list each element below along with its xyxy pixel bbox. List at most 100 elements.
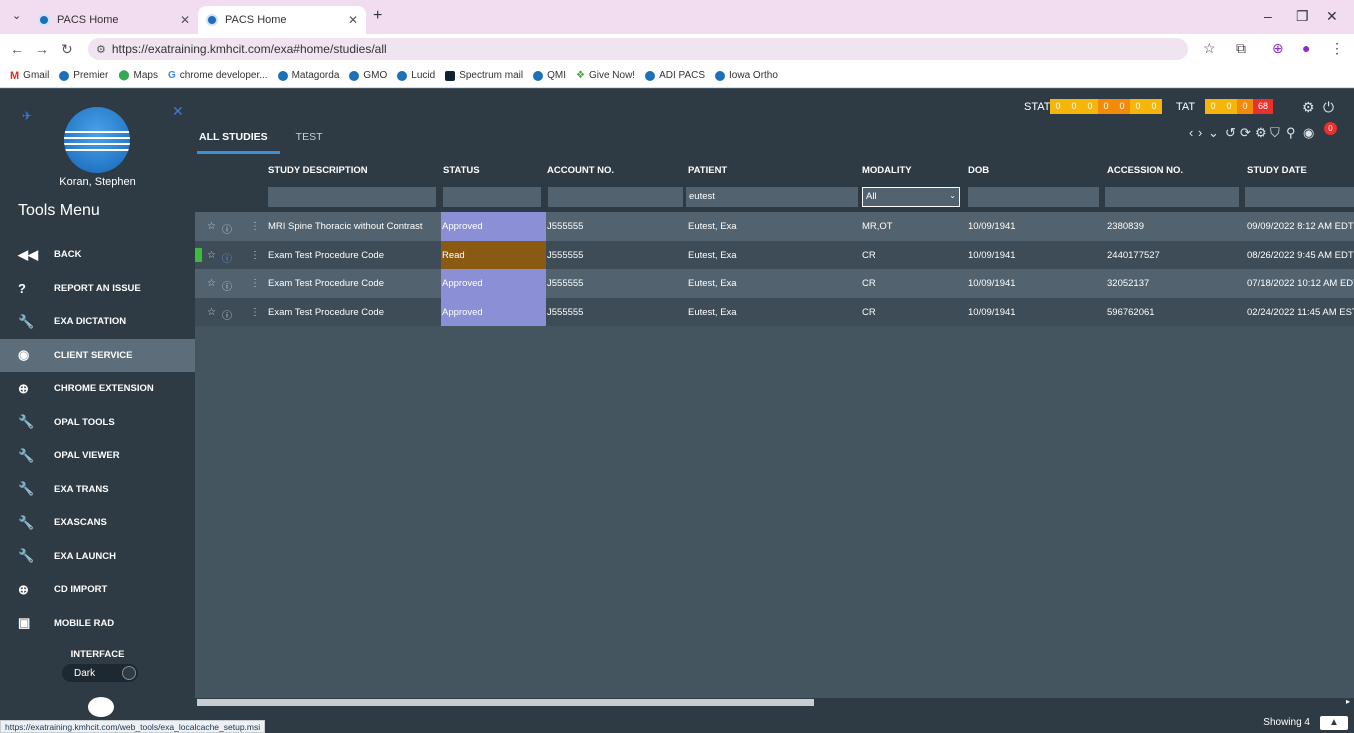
row-menu-icon[interactable]: ⋮ [250,278,260,289]
chevron-down-icon[interactable]: ⌄ [1208,125,1222,141]
tat-counter: 0 [1237,99,1253,114]
filter-account-no[interactable] [548,187,683,207]
bookmark-qmi[interactable]: QMI [533,70,566,81]
close-tab-icon[interactable]: ✕ [180,13,190,27]
filter-dob[interactable] [968,187,1099,207]
info-icon[interactable]: ⓘ [222,278,232,293]
menu-item-back[interactable]: ◀◀ BACK [0,238,195,272]
view-eye-icon[interactable]: ◉ [1303,125,1317,141]
column-status[interactable]: STATUS [443,165,480,176]
restore-icon[interactable]: ❐ [1296,8,1309,25]
menu-item-exa-launch[interactable]: 🔧 EXA LAUNCH [0,540,195,574]
column-study-date[interactable]: STUDY DATE [1247,165,1307,176]
bookmark-give-now[interactable]: ❖ Give Now! [576,70,635,81]
bookmark-adi-pacs[interactable]: ADI PACS [645,70,705,81]
pin-icon[interactable]: ✈ [22,109,32,123]
star-icon[interactable]: ☆ [207,250,216,261]
star-icon[interactable]: ☆ [207,307,216,318]
menu-item-opal-viewer[interactable]: 🔧 OPAL VIEWER [0,439,195,473]
minimize-icon[interactable]: – [1264,8,1272,24]
window-close-icon[interactable]: ✕ [1326,8,1338,25]
settings-gear-icon[interactable]: ⚙ [1302,99,1315,116]
menu-item-mobile-rad[interactable]: ▣ MOBILE RAD [0,607,195,641]
info-icon[interactable]: ⓘ [222,307,232,322]
browser-tab-1[interactable]: PACS Home ✕ [30,6,198,34]
cell-accession: 2440177527 [1107,249,1160,261]
site-info-icon[interactable]: ⚙ [96,43,106,56]
menu-item-exa-trans[interactable]: 🔧 EXA TRANS [0,473,195,507]
bookmark-star-icon[interactable]: ☆ [1203,40,1216,57]
table-row[interactable]: ☆ ⓘ ⋮ Exam Test Procedure Code Approved … [195,297,1354,326]
bookmark-gmo[interactable]: GMO [349,70,387,81]
bookmark-maps[interactable]: ⬤ Maps [118,70,158,81]
forward-arrow-icon[interactable]: → [35,41,49,57]
menu-item-report-an-issue[interactable]: ? REPORT AN ISSUE [0,272,195,306]
star-icon[interactable]: ☆ [207,221,216,232]
bookmark-gmail[interactable]: M Gmail [10,70,49,82]
bookmark-chrome-developer[interactable]: Gchrome developer... [168,70,268,81]
info-icon[interactable]: ⓘ [222,250,232,265]
new-tab-icon[interactable]: + [373,7,382,25]
profile-icon[interactable]: ● [1302,40,1310,56]
prev-icon[interactable]: ‹ [1189,125,1196,140]
zoom-icon[interactable]: ⚲ [1286,125,1299,141]
column-study-description[interactable]: STUDY DESCRIPTION [268,165,368,176]
scrollbar-thumb[interactable] [197,699,814,706]
download-icon[interactable]: ⊕ [1272,40,1284,57]
close-tab-icon[interactable]: ✕ [348,13,358,27]
menu-item-exa-dictation[interactable]: 🔧 EXA DICTATION [0,305,195,339]
horizontal-scrollbar[interactable]: ▸ [195,697,1354,707]
menu-item-cd-import[interactable]: ⊕ CD IMPORT [0,573,195,607]
menu-item-client-service[interactable]: ◉ CLIENT SERVICE [0,338,195,372]
back-arrow-icon[interactable]: ← [10,41,24,57]
bookmark-premier[interactable]: Premier [59,70,108,81]
scroll-right-icon[interactable]: ▸ [1346,697,1350,706]
filter-patient[interactable]: eutest [686,187,858,207]
filter-icon[interactable]: ⛉ [1270,125,1283,141]
close-icon[interactable]: ✕ [172,103,184,120]
stat-counters[interactable]: 0 0 0 0 0 0 0 [1050,99,1162,114]
menu-item-opal-tools[interactable]: 🔧 OPAL TOOLS [0,406,195,440]
menu-item-label: BACK [54,249,82,261]
filter-accession-no[interactable] [1105,187,1239,207]
power-icon[interactable]: ⏻ [1323,99,1334,116]
filter-modality-select[interactable]: All ⌄ [862,187,960,207]
row-menu-icon[interactable]: ⋮ [250,250,260,261]
bookmark-spectrum-mail[interactable]: Spectrum mail [445,70,523,81]
column-modality[interactable]: MODALITY [862,165,912,176]
bookmark-lucid[interactable]: Lucid [397,70,435,81]
bookmark-matagorda[interactable]: Matagorda [277,70,339,81]
refresh-icon[interactable]: ⟳ [1240,125,1254,141]
menu-item-chrome-extension[interactable]: ⊕ CHROME EXTENSION [0,372,195,406]
tab-test[interactable]: TEST [294,131,335,154]
theme-toggle[interactable]: Dark [62,664,138,682]
table-row[interactable]: ☆ ⓘ ⋮ MRI Spine Thoracic without Contras… [195,212,1354,241]
menu-item-exascans[interactable]: 🔧 EXASCANS [0,506,195,540]
next-icon[interactable]: › [1198,125,1205,140]
column-patient[interactable]: PATIENT [688,165,727,176]
url-field[interactable]: ⚙ https://exatraining.kmhcit.com/exa#hom… [88,38,1188,60]
scroll-top-button[interactable]: ▲ [1320,716,1348,730]
reload-icon[interactable]: ↻ [61,41,73,58]
table-row[interactable]: ☆ ⓘ ⋮ Exam Test Procedure Code Read J555… [195,240,1354,269]
menu-kebab-icon[interactable]: ⋮ [1330,40,1344,57]
row-menu-icon[interactable]: ⋮ [250,307,260,318]
table-row[interactable]: ☆ ⓘ ⋮ Exam Test Procedure Code Approved … [195,269,1354,298]
column-accession-no[interactable]: ACCESSION NO. [1107,165,1183,176]
filter-status[interactable] [443,187,541,207]
tat-counters[interactable]: 0 0 0 68 [1205,99,1273,114]
row-menu-icon[interactable]: ⋮ [250,221,260,232]
settings-icon[interactable]: ⚙ [1255,125,1270,141]
filter-study-description[interactable] [268,187,436,207]
undo-icon[interactable]: ↺ [1225,125,1239,141]
filter-study-date[interactable] [1245,187,1354,207]
column-dob[interactable]: DOB [968,165,989,176]
star-icon[interactable]: ☆ [207,278,216,289]
tab-search-icon[interactable]: ⌄ [12,9,21,22]
browser-tab-2[interactable]: PACS Home ✕ [198,6,366,34]
tab-all-studies[interactable]: ALL STUDIES [197,131,280,154]
extensions-icon[interactable]: ⧉ [1236,40,1246,57]
bookmark-iowa-ortho[interactable]: Iowa Ortho [715,70,778,81]
column-account-no[interactable]: ACCOUNT NO. [547,165,614,176]
info-icon[interactable]: ⓘ [222,221,232,236]
